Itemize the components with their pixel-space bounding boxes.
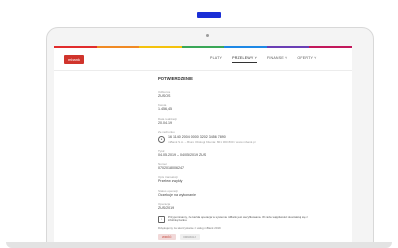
nav-item-przelewy[interactable]: PRZELEWY ˅ (232, 56, 257, 63)
field-title: Tytuł 04.05.2019 – 04/05/2019 ZUS (158, 148, 207, 157)
bank-info-line: mBank S.A. – Biuro Obsługi Klienta: 801 … (168, 139, 256, 144)
field-operation: Operacja ZUS/2019 (158, 202, 175, 211)
info-icon: i (158, 215, 165, 223)
footer-text: Dziękujemy za skorzystanie z usług mBank… (158, 226, 221, 231)
field-number: Numer 0702018006247 (158, 162, 184, 171)
mbank-logo[interactable]: mbank (64, 55, 84, 64)
nav-item-finanse[interactable]: FINANSE ˅ (267, 56, 287, 63)
bank-icon: ● (158, 136, 165, 144)
print-button[interactable]: DRUKUJ (179, 234, 200, 241)
field-date: Data realizacji 20.04.19 (158, 116, 177, 125)
field-recipient: Odbiorca ZUSOS (158, 90, 171, 98)
field-status: Status operacji Oczekuje na wykonanie (158, 188, 196, 197)
laptop-screen: mbank PLATY PRZELEWY ˅ FINANSE ˅ OFERTY … (54, 46, 352, 242)
field-description: Opis transakcji Przelew zwykły (158, 175, 183, 184)
back-button[interactable]: WRÓĆ (158, 234, 176, 241)
page-title: POTWIERDZENIE (158, 76, 193, 81)
site-header: mbank PLATY PRZELEWY ˅ FINANSE ˅ OFERTY … (54, 48, 352, 71)
action-buttons: WRÓĆ DRUKUJ (158, 234, 308, 241)
browser-tab-indicator[interactable] (197, 12, 221, 18)
security-note: i Przypominamy, że każda operacja w syst… (158, 215, 308, 224)
nav-item-platy[interactable]: PLATY (210, 56, 222, 63)
field-account: Ze rachunku ● 16 1140 2004 0000 3202 345… (158, 130, 256, 144)
confirmation-panel: POTWIERDZENIE Odbiorca ZUSOS Kwota 1.456… (158, 76, 308, 241)
field-amount: Kwota 1.456,45 (158, 103, 172, 112)
main-nav: PLATY PRZELEWY ˅ FINANSE ˅ OFERTY ˅ (210, 56, 317, 63)
nav-item-oferty[interactable]: OFERTY ˅ (297, 56, 316, 63)
camera-icon (206, 34, 209, 37)
laptop-base (6, 242, 392, 248)
